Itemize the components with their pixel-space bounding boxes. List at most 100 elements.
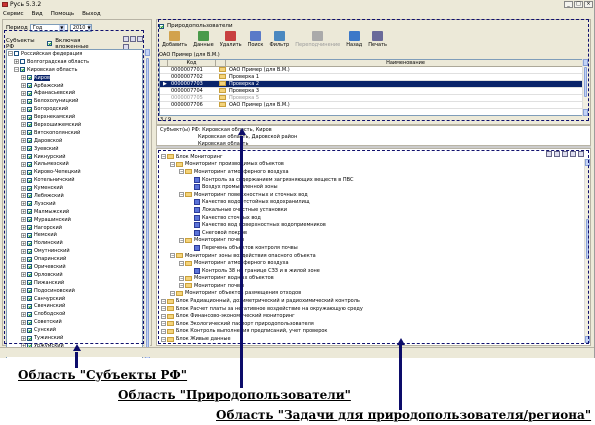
table-row[interactable]: 0000007706 ОАО Пример (для В.М.) xyxy=(160,101,586,109)
tree-district[interactable]: + Нолинский xyxy=(7,239,142,247)
expand-icon[interactable]: + xyxy=(21,248,26,254)
task-item[interactable]: − Мониторинг атмосферного воздуха xyxy=(159,259,579,267)
tree-district[interactable]: + Белохолуницкий xyxy=(7,97,142,105)
task-item[interactable]: − Мониторинг производимых объектов xyxy=(159,161,579,169)
tree-district[interactable]: + Пижанский xyxy=(7,279,142,287)
expand-icon[interactable]: + xyxy=(21,177,26,183)
toolbar-button-4[interactable]: Фильтр xyxy=(266,31,292,51)
menu-service[interactable]: Сервис xyxy=(3,11,24,17)
expand-icon[interactable]: + xyxy=(21,256,26,262)
collapse-icon[interactable]: − xyxy=(179,169,184,175)
task-item[interactable]: − Блок Экологический паспорт природопольз… xyxy=(159,320,579,328)
expand-icon[interactable]: + xyxy=(21,83,26,88)
expand-icon[interactable]: + xyxy=(21,75,26,81)
expand-icon[interactable]: + xyxy=(21,303,26,309)
tree-district[interactable]: + Подосиновский xyxy=(7,287,142,295)
tree-district[interactable]: + Немский xyxy=(7,231,142,239)
tree-district[interactable]: + Советский xyxy=(7,318,142,326)
menu-help[interactable]: Помощь xyxy=(51,11,74,17)
tree-checkbox[interactable] xyxy=(27,146,32,152)
tree-district[interactable]: + Мурашинский xyxy=(7,216,142,224)
tree-district[interactable]: + Куменский xyxy=(7,184,142,192)
tree-checkbox[interactable] xyxy=(27,240,32,246)
task-item[interactable]: − Блок Живые данные xyxy=(159,335,579,343)
maximize-button[interactable]: □ xyxy=(574,1,583,8)
expand-icon[interactable]: + xyxy=(21,122,26,128)
tree-district[interactable]: + Кирово-Чепецкий xyxy=(7,168,142,176)
tree-district[interactable]: + Верхошижемский xyxy=(7,121,142,129)
expand-icon[interactable]: + xyxy=(21,193,26,199)
expand-icon[interactable]: + xyxy=(14,59,19,65)
collapse-icon[interactable]: − xyxy=(179,283,184,289)
tree-root[interactable]: − Российская федерация xyxy=(7,50,142,58)
expand-icon[interactable]: + xyxy=(21,264,26,270)
tree-checkbox[interactable] xyxy=(27,217,32,223)
tree-district[interactable]: + Котельничский xyxy=(7,176,142,184)
expand-icon[interactable]: + xyxy=(21,209,26,215)
collapse-icon[interactable]: − xyxy=(179,260,184,266)
tree-region[interactable]: − Кировская область xyxy=(7,66,142,74)
collapse-icon[interactable]: − xyxy=(170,253,175,259)
task-item[interactable]: − Мониторинг зоны воздействия опасного об… xyxy=(159,252,579,260)
menu-exit[interactable]: Выход xyxy=(82,11,101,17)
expand-icon[interactable]: + xyxy=(21,169,26,175)
task-item[interactable]: Воздух промышленной зоны xyxy=(159,183,579,191)
tree-district[interactable]: + Афанасьевский xyxy=(7,89,142,97)
expand-icon[interactable]: + xyxy=(21,98,26,104)
expand-icon[interactable]: + xyxy=(21,311,26,317)
tasks-scrollbar[interactable] xyxy=(584,159,590,343)
menu-view[interactable]: Вид xyxy=(32,11,43,17)
tree-district[interactable]: + Тужинский xyxy=(7,334,142,342)
tree-checkbox[interactable] xyxy=(27,327,32,333)
collapse-icon[interactable]: − xyxy=(161,321,166,327)
expand-icon[interactable]: + xyxy=(21,327,26,333)
expand-icon[interactable]: + xyxy=(21,106,26,112)
collapse-icon[interactable]: − xyxy=(170,161,175,167)
expand-icon[interactable]: + xyxy=(21,335,26,341)
tree-district[interactable]: + Даровской xyxy=(7,137,142,145)
period-year-select[interactable]: 2010 ▼ xyxy=(69,24,92,32)
tree-checkbox[interactable] xyxy=(20,67,25,73)
tree-district[interactable]: + Слободской xyxy=(7,310,142,318)
expand-icon[interactable]: + xyxy=(21,272,26,278)
task-item[interactable]: − Блок Финансово-экономический мониторинг xyxy=(159,312,579,320)
expand-icon[interactable]: + xyxy=(21,288,26,294)
tree-checkbox[interactable] xyxy=(27,161,32,167)
tree-checkbox[interactable] xyxy=(27,114,32,120)
toolbar-button-5[interactable]: Переподчинение xyxy=(292,31,343,51)
tree-checkbox[interactable] xyxy=(27,264,32,270)
task-item[interactable]: − Мониторинг поверхностных и сточных вод xyxy=(159,191,579,199)
tree-district[interactable]: + Богородский xyxy=(7,105,142,113)
collapse-icon[interactable]: − xyxy=(170,290,175,296)
tree-district[interactable]: + Кильмезский xyxy=(7,160,142,168)
tree-checkbox[interactable] xyxy=(27,319,32,325)
toolbar-button-6[interactable]: Назад xyxy=(343,31,365,51)
tree-checkbox[interactable] xyxy=(27,335,32,341)
expand-icon[interactable]: + xyxy=(21,90,26,96)
task-item[interactable]: − Блок Радиационный, дозиметрический и ра… xyxy=(159,297,579,305)
tree-district[interactable]: + Орловский xyxy=(7,271,142,279)
expand-icon[interactable]: + xyxy=(21,217,26,223)
tree-district[interactable]: + Зуевский xyxy=(7,145,142,153)
tree-checkbox[interactable] xyxy=(27,90,32,96)
toolbar-button-1[interactable]: Данные xyxy=(190,31,217,51)
tree-checkbox[interactable] xyxy=(27,138,32,144)
tree-district[interactable]: + Свечинский xyxy=(7,303,142,311)
task-item[interactable]: − Мониторинг водных объектов xyxy=(159,275,579,283)
col-name[interactable]: Наименование xyxy=(226,60,586,66)
toolbar-button-0[interactable]: Добавить xyxy=(159,31,190,51)
tree-checkbox[interactable] xyxy=(27,232,32,238)
tree-checkbox[interactable] xyxy=(27,248,32,254)
expand-icon[interactable]: + xyxy=(21,154,26,160)
expand-icon[interactable]: + xyxy=(21,240,26,246)
task-item[interactable]: − Мониторинг почвы xyxy=(159,282,579,290)
expand-icon[interactable]: + xyxy=(21,225,26,231)
task-item[interactable]: − Блок Контроль выполнения предписаний, у… xyxy=(159,328,579,336)
collapse-icon[interactable]: − xyxy=(161,328,166,334)
tasks-tree[interactable]: − Блок Мониторинг − Мониторинг производимых… xyxy=(159,153,579,343)
tree-district[interactable]: + Лебяжский xyxy=(7,192,142,200)
tree-district[interactable]: + Санчурский xyxy=(7,295,142,303)
tree-checkbox[interactable] xyxy=(27,122,32,128)
tree-checkbox[interactable] xyxy=(27,193,32,199)
tree-checkbox[interactable] xyxy=(27,256,32,262)
